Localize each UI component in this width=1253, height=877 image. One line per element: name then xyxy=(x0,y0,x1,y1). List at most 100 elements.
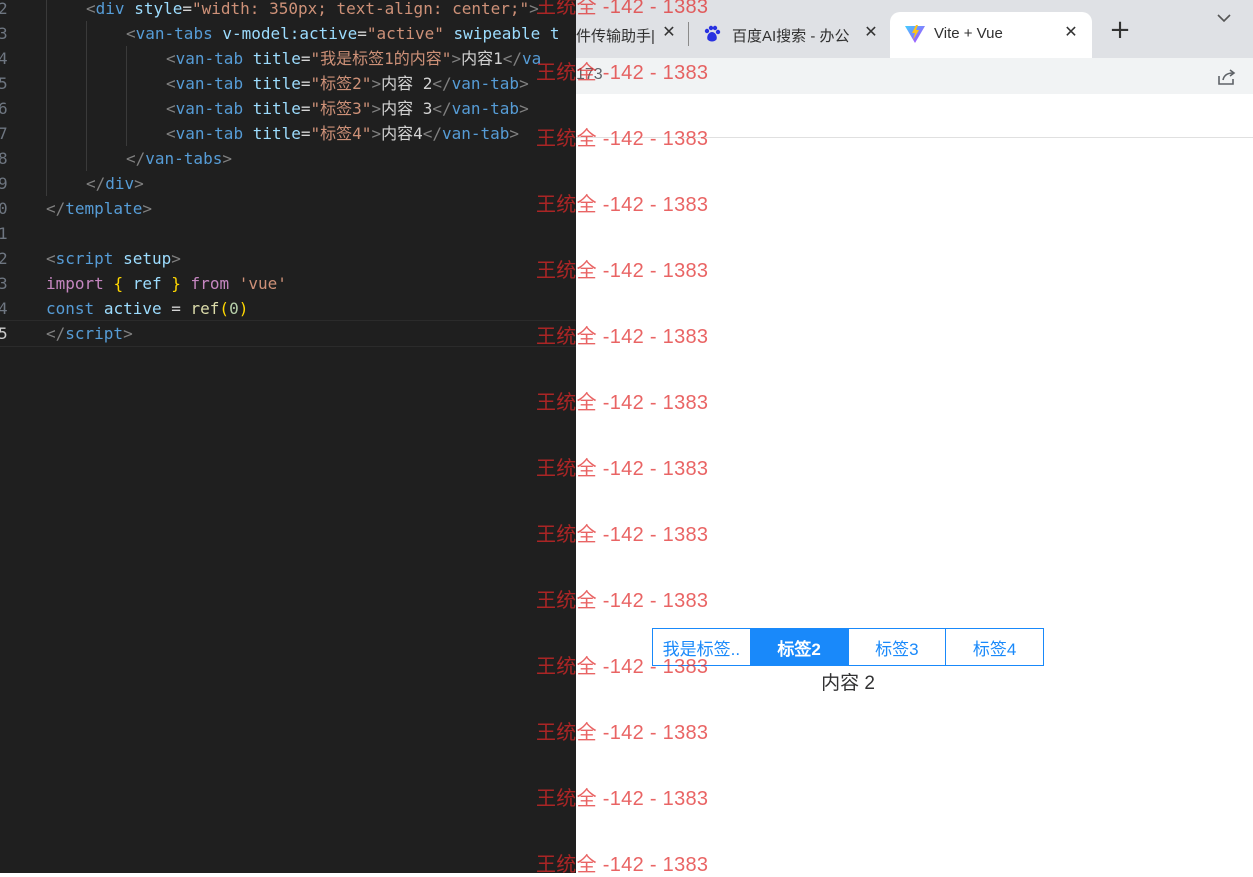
code-token: </ xyxy=(46,324,66,343)
code-text: <van-tab title="标签3">内容 3</van-tab> xyxy=(166,96,529,121)
code-token: > xyxy=(142,199,152,218)
code-line[interactable]: 4 const active = ref(0) xyxy=(0,296,576,321)
line-number: 2 xyxy=(0,0,8,18)
code-line[interactable]: 4 <van-tab title="我是标签1的内容">内容1</va xyxy=(0,46,576,71)
browser-tab-vite[interactable]: Vite + Vue ✕ xyxy=(890,12,1092,58)
code-token: 'vue' xyxy=(238,274,287,293)
code-token: > xyxy=(371,74,382,93)
code-token: 内容 2 xyxy=(381,74,433,93)
indent-guide xyxy=(86,46,87,71)
code-token: van-tab xyxy=(175,74,244,93)
code-token: > xyxy=(371,124,382,143)
code-token: template xyxy=(65,199,143,218)
code-line[interactable]: 5 </script> xyxy=(0,320,576,347)
code-line[interactable]: 2 <script setup> xyxy=(0,246,576,271)
code-line[interactable]: 8 </van-tabs> xyxy=(0,146,576,171)
code-line[interactable]: 7 <van-tab title="标签4">内容4</van-tab> xyxy=(0,121,576,146)
close-icon[interactable]: ✕ xyxy=(1060,22,1082,44)
code-token: from xyxy=(190,274,230,293)
watermark-text: 王统全 -142 - 1383 xyxy=(536,128,709,150)
close-icon[interactable]: ✕ xyxy=(860,22,882,44)
tab-title: 百度AI搜索 - 办公 xyxy=(732,28,850,45)
close-icon[interactable]: ✕ xyxy=(658,22,680,44)
line-number: 5 xyxy=(0,74,8,93)
code-token: van-tab xyxy=(175,99,244,118)
line-number: 5 xyxy=(0,324,8,343)
indent-guide xyxy=(46,146,47,171)
code-token: van-tab xyxy=(451,74,520,93)
code-token: div xyxy=(95,0,125,18)
code-token: 内容 3 xyxy=(381,99,433,118)
code-text: </template> xyxy=(46,196,152,221)
chevron-down-icon[interactable] xyxy=(1216,12,1232,28)
code-token: ) xyxy=(238,299,249,318)
code-line[interactable]: 3 <van-tabs v-model:active="active" swipe… xyxy=(0,21,576,46)
code-token: </ xyxy=(86,174,106,193)
watermark-text: 王统全 -142 - 1383 xyxy=(536,524,709,546)
code-token: script xyxy=(55,249,114,268)
code-token: ref xyxy=(190,299,220,318)
code-token: > xyxy=(134,174,144,193)
indent-guide xyxy=(126,121,127,146)
code-line[interactable]: 5 <van-tab title="标签2">内容 2</van-tab> xyxy=(0,71,576,96)
code-token: < xyxy=(166,99,176,118)
watermark-text: 王统全 -142 - 1383 xyxy=(536,260,709,282)
code-token: > xyxy=(509,124,520,143)
indent-guide xyxy=(86,146,87,171)
code-token: "标签2" xyxy=(310,74,372,93)
indent-guide xyxy=(46,21,47,46)
code-editor[interactable]: 2 <div style="width: 350px; text-align: c… xyxy=(0,0,576,873)
code-line[interactable]: 9 </div> xyxy=(0,171,576,196)
code-token: title xyxy=(252,124,301,143)
share-icon[interactable] xyxy=(1216,67,1238,87)
van-tab-4[interactable]: 标签4 xyxy=(946,629,1043,665)
code-token: 内容4 xyxy=(381,124,423,143)
line-number: 3 xyxy=(0,24,8,43)
line-number: 3 xyxy=(0,274,8,293)
code-token: < xyxy=(126,24,136,43)
browser-tab-baidu[interactable]: 百度AI搜索 - 办公 ✕ xyxy=(696,12,886,58)
code-line[interactable]: 6 <van-tab title="标签3">内容 3</van-tab> xyxy=(0,96,576,121)
line-number: 8 xyxy=(0,149,8,168)
code-token: style xyxy=(134,0,183,18)
code-line[interactable]: 1 xyxy=(0,221,576,246)
van-tab-2[interactable]: 标签2 xyxy=(750,629,849,665)
code-text: import { ref } from 'vue' xyxy=(46,271,287,296)
code-token: "width: 350px; text-align: center;" xyxy=(192,0,530,18)
code-token: "标签4" xyxy=(310,124,372,143)
line-number: 4 xyxy=(0,49,8,68)
code-line[interactable]: 3 import { ref } from 'vue' xyxy=(0,271,576,296)
code-token: > xyxy=(519,99,529,118)
watermark-text: 王统全 -142 - 1383 xyxy=(536,194,709,216)
code-line[interactable]: 2 <div style="width: 350px; text-align: c… xyxy=(0,0,576,21)
code-token: > xyxy=(123,324,133,343)
code-token: = xyxy=(300,74,311,93)
indent-guide xyxy=(86,121,87,146)
code-line[interactable]: 0 </template> xyxy=(0,196,576,221)
code-token: < xyxy=(86,0,96,18)
line-number: 4 xyxy=(0,299,8,318)
van-tab-3[interactable]: 标签3 xyxy=(849,629,947,665)
code-token: div xyxy=(105,174,135,193)
code-text: const active = ref(0) xyxy=(46,296,248,321)
code-token: </ xyxy=(46,199,66,218)
code-token: </ xyxy=(432,99,452,118)
code-text: </div> xyxy=(86,171,144,196)
new-tab-button[interactable]: + xyxy=(1108,17,1132,43)
watermark-text: 王统全 -142 - 1383 xyxy=(536,656,709,678)
code-text: <van-tabs v-model:active="active" swipea… xyxy=(126,21,560,46)
indent-guide xyxy=(86,71,87,96)
code-token: import xyxy=(46,274,104,293)
code-token: = xyxy=(357,24,367,43)
code-token: title xyxy=(252,99,301,118)
code-token: const xyxy=(46,299,95,318)
code-token: title xyxy=(252,74,301,93)
